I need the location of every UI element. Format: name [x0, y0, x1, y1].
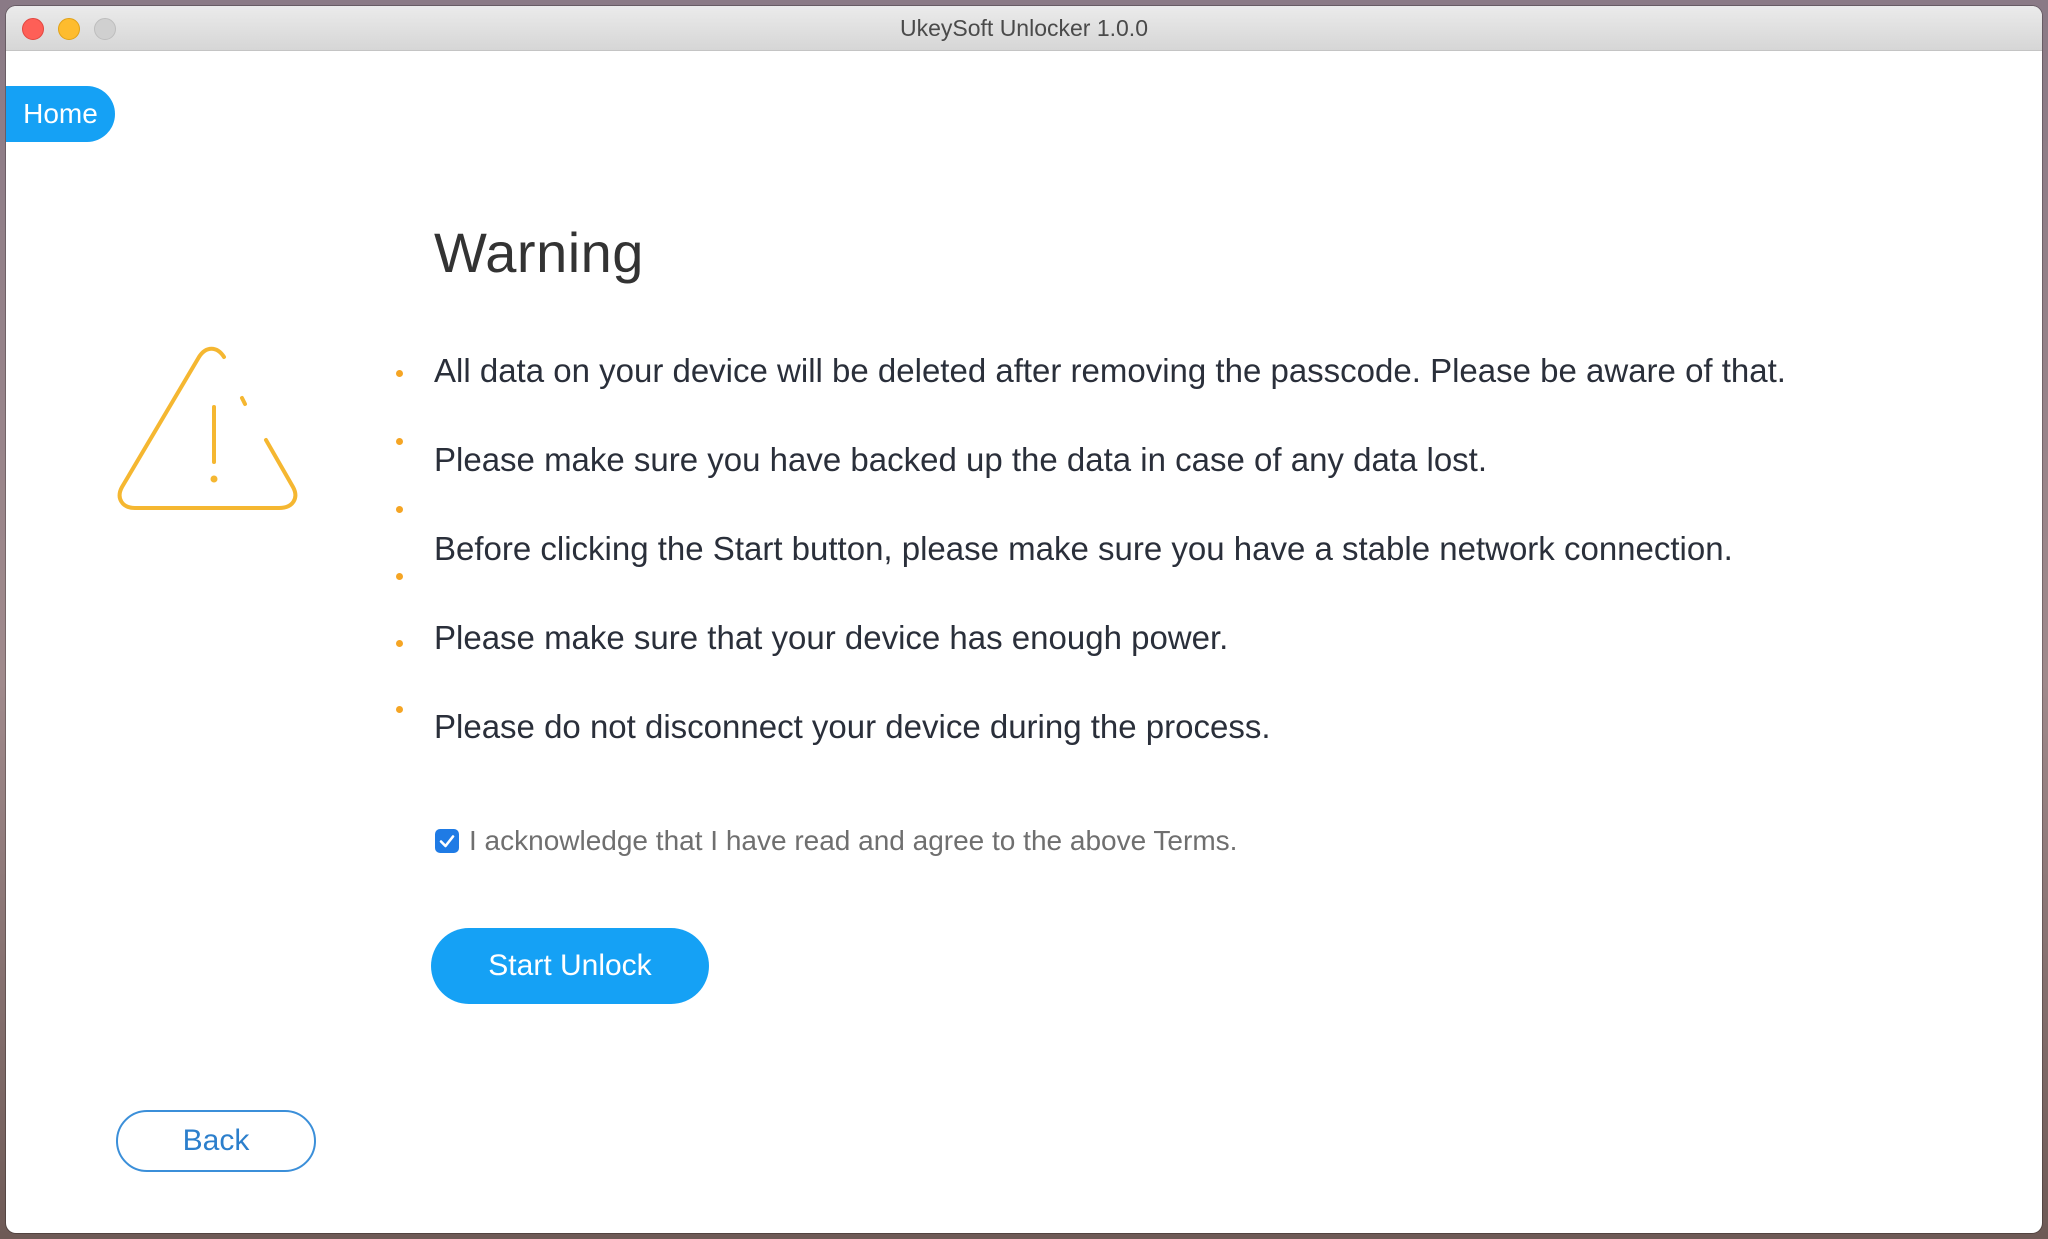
bullet-dot [396, 370, 403, 377]
title-bar: UkeySoft Unlocker 1.0.0 [6, 6, 2042, 51]
warning-item: Please make sure you have backed up the … [434, 441, 1488, 478]
bullet-dot [396, 640, 403, 647]
warning-item: All data on your device will be deleted … [434, 352, 1786, 389]
bullet-dot [396, 706, 403, 713]
warning-item: Please make sure that your device has en… [434, 619, 1229, 656]
app-window: UkeySoft Unlocker 1.0.0 Home Warning All… [6, 6, 2042, 1233]
warning-item: Please do not disconnect your device dur… [434, 708, 1271, 745]
acknowledge-row[interactable]: I acknowledge that I have read and agree… [435, 824, 1237, 858]
checkmark-icon [439, 835, 455, 848]
home-button[interactable]: Home [6, 86, 115, 142]
warning-heading: Warning [434, 221, 644, 284]
back-button[interactable]: Back [116, 1110, 316, 1172]
acknowledge-checkbox[interactable] [435, 829, 459, 853]
warning-item: Before clicking the Start button, please… [434, 530, 1733, 567]
warning-triangle-icon [117, 346, 298, 510]
window-title: UkeySoft Unlocker 1.0.0 [899, 15, 1148, 41]
bullet-dot [396, 506, 403, 513]
bullet-dot [396, 573, 403, 580]
start-unlock-button[interactable]: Start Unlock [431, 928, 709, 1004]
acknowledge-label[interactable]: I acknowledge that I have read and agree… [469, 825, 1237, 857]
bullet-dot [396, 438, 403, 445]
